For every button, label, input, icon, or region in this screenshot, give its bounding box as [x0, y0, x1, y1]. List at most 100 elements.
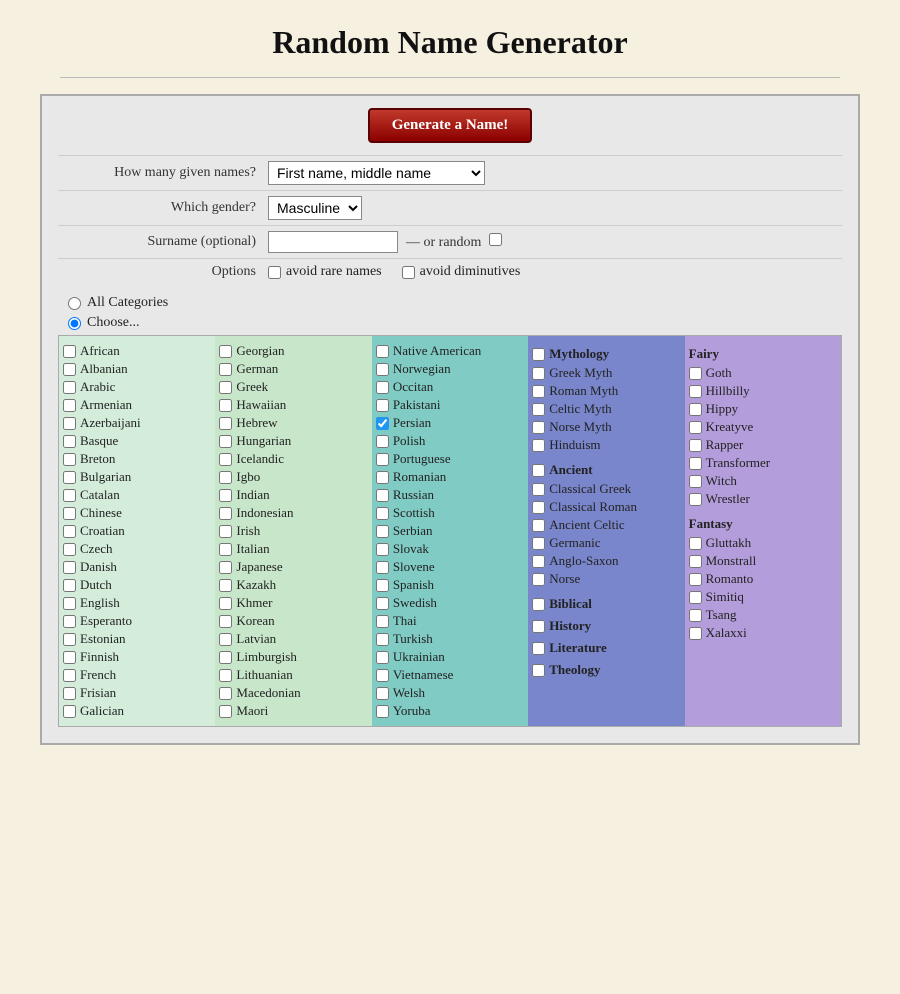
checkbox-limburgish[interactable] [219, 651, 232, 664]
checkbox-scottish[interactable] [376, 507, 389, 520]
checkbox-gluttakh[interactable] [689, 537, 702, 550]
surname-input[interactable] [268, 231, 398, 253]
checkbox-celtic-myth[interactable] [532, 403, 545, 416]
checkbox-estonian[interactable] [63, 633, 76, 646]
checkbox-czech[interactable] [63, 543, 76, 556]
checkbox-igbo[interactable] [219, 471, 232, 484]
choose-label[interactable]: Choose... [68, 315, 842, 331]
checkbox-germanic[interactable] [532, 537, 545, 550]
checkbox-norwegian[interactable] [376, 363, 389, 376]
checkbox-macedonian[interactable] [219, 687, 232, 700]
checkbox-russian[interactable] [376, 489, 389, 502]
checkbox-hungarian[interactable] [219, 435, 232, 448]
checkbox-bulgarian[interactable] [63, 471, 76, 484]
checkbox-anglo-saxon[interactable] [532, 555, 545, 568]
checkbox-galician[interactable] [63, 705, 76, 718]
avoid-dim-checkbox[interactable] [402, 266, 415, 279]
checkbox-yoruba[interactable] [376, 705, 389, 718]
checkbox-irish[interactable] [219, 525, 232, 538]
all-categories-label[interactable]: All Categories [68, 295, 842, 311]
checkbox-arabic[interactable] [63, 381, 76, 394]
checkbox-slovene[interactable] [376, 561, 389, 574]
checkbox-hawaiian[interactable] [219, 399, 232, 412]
choose-radio[interactable] [68, 317, 81, 330]
checkbox-spanish[interactable] [376, 579, 389, 592]
checkbox-simitiq[interactable] [689, 591, 702, 604]
generate-button[interactable]: Generate a Name! [368, 108, 533, 143]
checkbox-kazakh[interactable] [219, 579, 232, 592]
checkbox-catalan[interactable] [63, 489, 76, 502]
checkbox-danish[interactable] [63, 561, 76, 574]
checkbox-albanian[interactable] [63, 363, 76, 376]
checkbox-persian[interactable] [376, 417, 389, 430]
checkbox-french[interactable] [63, 669, 76, 682]
checkbox-latvian[interactable] [219, 633, 232, 646]
checkbox-witch[interactable] [689, 475, 702, 488]
checkbox-ancient-celtic[interactable] [532, 519, 545, 532]
checkbox-maori[interactable] [219, 705, 232, 718]
all-categories-radio[interactable] [68, 297, 81, 310]
checkbox-hebrew[interactable] [219, 417, 232, 430]
random-surname-checkbox[interactable] [489, 233, 502, 246]
checkbox-khmer[interactable] [219, 597, 232, 610]
checkbox-transformer[interactable] [689, 457, 702, 470]
checkbox-korean[interactable] [219, 615, 232, 628]
checkbox-native-american[interactable] [376, 345, 389, 358]
checkbox-wrestler[interactable] [689, 493, 702, 506]
checkbox-biblical[interactable] [532, 598, 545, 611]
checkbox-greek-myth[interactable] [532, 367, 545, 380]
checkbox-english[interactable] [63, 597, 76, 610]
checkbox-kreatyve[interactable] [689, 421, 702, 434]
checkbox-vietnamese[interactable] [376, 669, 389, 682]
gender-select[interactable]: Masculine Feminine Either [268, 196, 362, 220]
checkbox-swedish[interactable] [376, 597, 389, 610]
checkbox-history[interactable] [532, 620, 545, 633]
checkbox-ancient[interactable] [532, 464, 545, 477]
checkbox-classical-greek[interactable] [532, 483, 545, 496]
checkbox-romanto[interactable] [689, 573, 702, 586]
avoid-rare-checkbox[interactable] [268, 266, 281, 279]
checkbox-theology[interactable] [532, 664, 545, 677]
checkbox-ukrainian[interactable] [376, 651, 389, 664]
checkbox-azerbaijani[interactable] [63, 417, 76, 430]
checkbox-finnish[interactable] [63, 651, 76, 664]
checkbox-classical-roman[interactable] [532, 501, 545, 514]
checkbox-greek[interactable] [219, 381, 232, 394]
checkbox-italian[interactable] [219, 543, 232, 556]
checkbox-xalaxxi[interactable] [689, 627, 702, 640]
checkbox-welsh[interactable] [376, 687, 389, 700]
checkbox-norse[interactable] [532, 573, 545, 586]
checkbox-frisian[interactable] [63, 687, 76, 700]
checkbox-georgian[interactable] [219, 345, 232, 358]
checkbox-dutch[interactable] [63, 579, 76, 592]
checkbox-roman-myth[interactable] [532, 385, 545, 398]
checkbox-chinese[interactable] [63, 507, 76, 520]
checkbox-romanian[interactable] [376, 471, 389, 484]
checkbox-tsang[interactable] [689, 609, 702, 622]
checkbox-breton[interactable] [63, 453, 76, 466]
checkbox-hillbilly[interactable] [689, 385, 702, 398]
checkbox-german[interactable] [219, 363, 232, 376]
checkbox-indian[interactable] [219, 489, 232, 502]
checkbox-african[interactable] [63, 345, 76, 358]
checkbox-literature[interactable] [532, 642, 545, 655]
checkbox-indonesian[interactable] [219, 507, 232, 520]
checkbox-lithuanian[interactable] [219, 669, 232, 682]
checkbox-turkish[interactable] [376, 633, 389, 646]
given-names-select[interactable]: First name only First name, middle name … [268, 161, 485, 185]
checkbox-rapper[interactable] [689, 439, 702, 452]
checkbox-icelandic[interactable] [219, 453, 232, 466]
checkbox-croatian[interactable] [63, 525, 76, 538]
checkbox-slovak[interactable] [376, 543, 389, 556]
checkbox-pakistani[interactable] [376, 399, 389, 412]
checkbox-armenian[interactable] [63, 399, 76, 412]
checkbox-monstrall[interactable] [689, 555, 702, 568]
checkbox-serbian[interactable] [376, 525, 389, 538]
checkbox-esperanto[interactable] [63, 615, 76, 628]
checkbox-japanese[interactable] [219, 561, 232, 574]
checkbox-thai[interactable] [376, 615, 389, 628]
checkbox-basque[interactable] [63, 435, 76, 448]
checkbox-occitan[interactable] [376, 381, 389, 394]
checkbox-polish[interactable] [376, 435, 389, 448]
checkbox-hippy[interactable] [689, 403, 702, 416]
